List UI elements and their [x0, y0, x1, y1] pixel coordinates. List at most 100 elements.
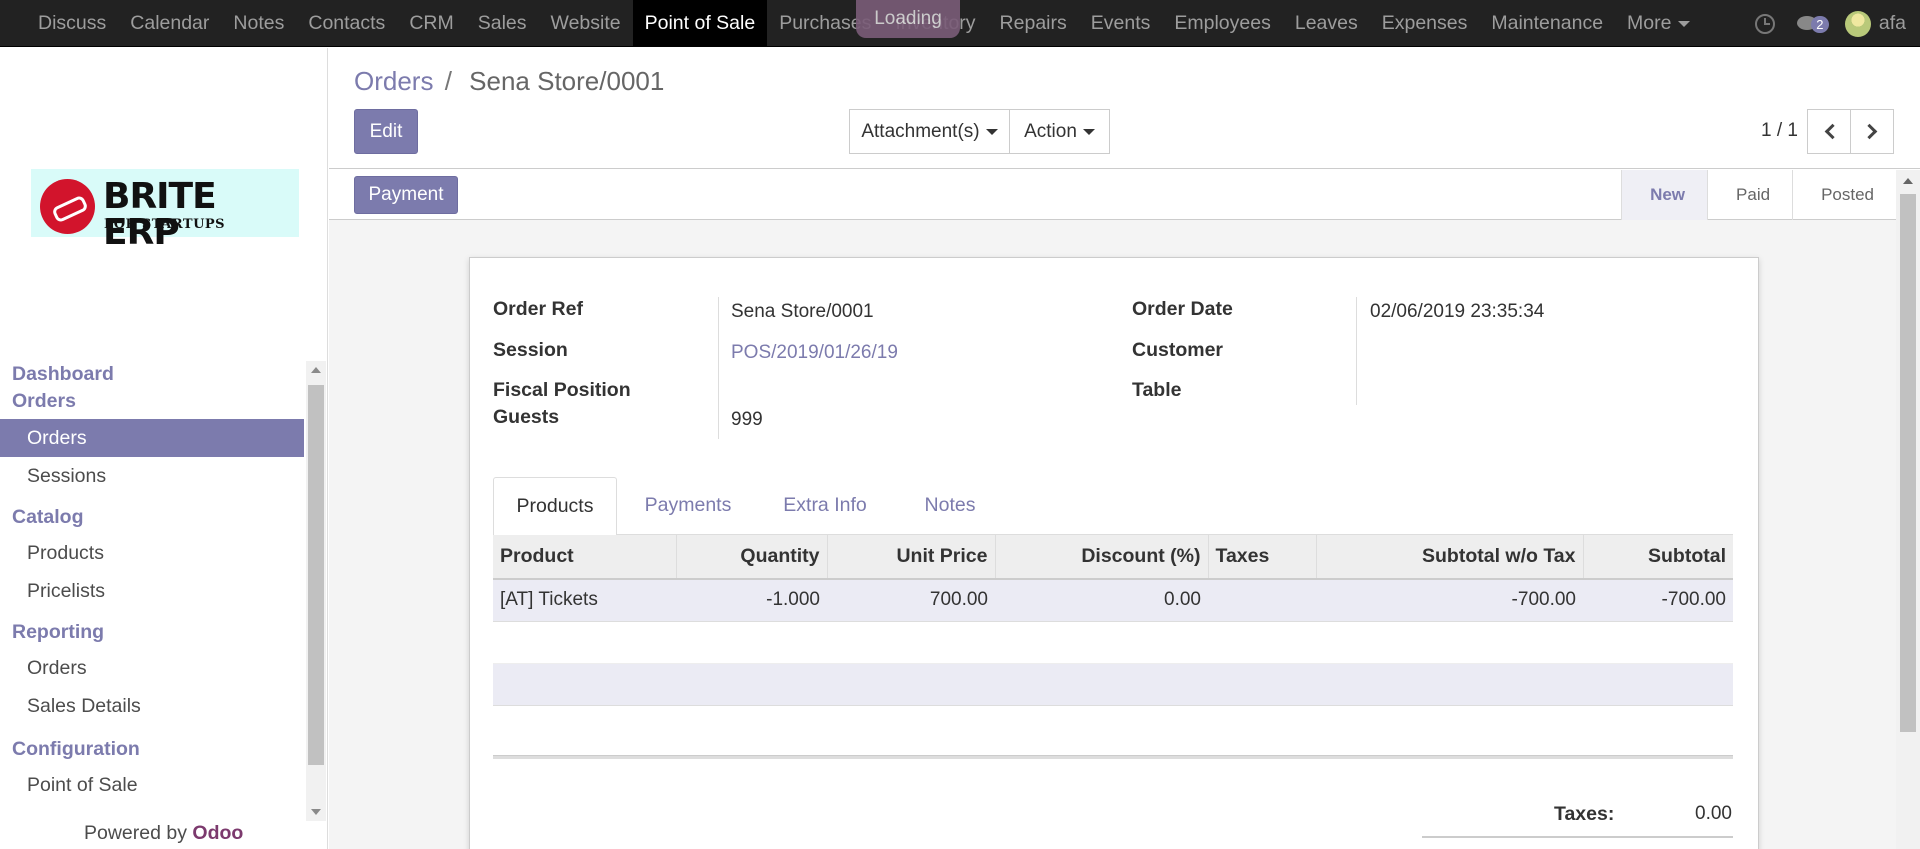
menu-repairs[interactable]: Repairs: [988, 0, 1079, 47]
tab-products[interactable]: Products: [493, 477, 617, 536]
menu-leaves[interactable]: Leaves: [1283, 0, 1370, 47]
col-discount[interactable]: Discount (%): [995, 535, 1209, 580]
table-footer-divider: [493, 755, 1733, 759]
pager-value[interactable]: 1 / 1: [1761, 120, 1798, 142]
action-label: Action: [1024, 121, 1077, 142]
menu-expenses[interactable]: Expenses: [1370, 0, 1480, 47]
tab-extra-info[interactable]: Extra Info: [759, 477, 891, 535]
sidebar-section-configuration[interactable]: Configuration: [0, 733, 304, 766]
col-product[interactable]: Product: [493, 535, 677, 580]
payment-button[interactable]: Payment: [354, 176, 458, 214]
systray: 2 afa: [1754, 0, 1920, 47]
sidebar-scrollbar[interactable]: [306, 361, 326, 821]
order-ref-label: Order Ref: [493, 298, 583, 320]
notebook-tabs: Products Payments Extra Info Notes: [493, 477, 1733, 536]
cell-subtotal-wo-tax[interactable]: -700.00: [1316, 579, 1583, 622]
sidebar-section-dashboard[interactable]: Dashboard: [0, 361, 304, 388]
customer-label: Customer: [1132, 339, 1224, 361]
cell-discount[interactable]: 0.00: [995, 579, 1208, 622]
scroll-up-icon[interactable]: [311, 367, 321, 373]
caret-down-icon: [1082, 128, 1095, 135]
col-quantity[interactable]: Quantity: [676, 535, 828, 580]
col-subtotal[interactable]: Subtotal: [1583, 535, 1733, 580]
form-scrollbar[interactable]: [1896, 170, 1920, 849]
order-lines-table: Product Quantity Unit Price Discount (%)…: [493, 535, 1733, 622]
attachments-button[interactable]: Attachment(s): [849, 109, 1010, 154]
action-button[interactable]: Action: [1009, 109, 1110, 154]
stage-posted[interactable]: Posted: [1792, 170, 1896, 220]
caret-down-icon: [1678, 20, 1691, 27]
table-row[interactable]: [AT] Tickets -1.000 700.00 0.00 -700.00 …: [493, 579, 1733, 622]
menu-discuss[interactable]: Discuss: [26, 0, 118, 47]
guests-value: 999: [731, 409, 763, 430]
menu-more-label: More: [1627, 12, 1672, 34]
taxes-total-label: Taxes:: [1554, 803, 1615, 825]
col-subtotal-wo-tax[interactable]: Subtotal w/o Tax: [1316, 535, 1584, 580]
scroll-thumb[interactable]: [308, 385, 324, 765]
tab-payments[interactable]: Payments: [617, 477, 759, 535]
sidebar-section-catalog[interactable]: Catalog: [0, 501, 304, 534]
breadcrumb: Orders / Sena Store/0001: [354, 66, 664, 97]
sidebar-item-sessions[interactable]: Sessions: [0, 457, 304, 495]
user-avatar[interactable]: [1844, 10, 1871, 37]
cell-unit-price[interactable]: 700.00: [827, 579, 995, 622]
sidebar-item-report-orders[interactable]: Orders: [0, 649, 304, 687]
scroll-up-icon[interactable]: [1903, 178, 1913, 184]
cell-subtotal[interactable]: -700.00: [1583, 579, 1733, 622]
cell-product[interactable]: [AT] Tickets: [493, 579, 676, 622]
menu-contacts[interactable]: Contacts: [296, 0, 397, 47]
menu-events[interactable]: Events: [1079, 0, 1163, 47]
stage-pipeline: New Paid Posted: [1621, 170, 1896, 220]
breadcrumb-orders-link[interactable]: Orders: [354, 66, 433, 96]
tab-notes[interactable]: Notes: [891, 477, 1009, 535]
sidebar-section-orders[interactable]: Orders: [0, 388, 304, 415]
fiscal-position-label: Fiscal Position: [493, 379, 631, 401]
cell-taxes[interactable]: [1208, 579, 1316, 622]
menu-employees[interactable]: Employees: [1162, 0, 1282, 47]
menu-point-of-sale[interactable]: Point of Sale: [632, 0, 768, 47]
odoo-link[interactable]: Odoo: [192, 822, 243, 844]
control-panel: Orders / Sena Store/0001 Edit Attachment…: [329, 48, 1920, 169]
logo-mark-icon: [40, 179, 95, 234]
sidebar-item-pricelists[interactable]: Pricelists: [0, 572, 304, 610]
menu-website[interactable]: Website: [539, 0, 633, 47]
col-taxes[interactable]: Taxes: [1208, 535, 1317, 580]
scroll-down-icon[interactable]: [311, 809, 321, 815]
order-date-label: Order Date: [1132, 298, 1233, 320]
sidebar-section-reporting[interactable]: Reporting: [0, 616, 304, 649]
stage-paid[interactable]: Paid: [1707, 170, 1792, 220]
sidebar-item-point-of-sale[interactable]: Point of Sale: [0, 766, 304, 804]
cell-quantity[interactable]: -1.000: [676, 579, 827, 622]
menu-sales[interactable]: Sales: [466, 0, 539, 47]
user-name[interactable]: afa: [1879, 12, 1906, 35]
menu-crm[interactable]: CRM: [397, 0, 465, 47]
form-view: Payment New Paid Posted Order Ref Sena S…: [329, 170, 1920, 849]
sidebar-item-sales-details[interactable]: Sales Details: [0, 687, 304, 725]
breadcrumb-current: Sena Store/0001: [469, 66, 665, 96]
breadcrumb-separator: /: [444, 66, 452, 96]
edit-button[interactable]: Edit: [354, 109, 418, 154]
col-unit-price[interactable]: Unit Price: [827, 535, 996, 580]
powered-by: Powered by Odoo: [84, 822, 243, 845]
session-link[interactable]: POS/2019/01/26/19: [731, 342, 898, 364]
menu-more[interactable]: More: [1615, 0, 1702, 47]
menu-maintenance[interactable]: Maintenance: [1479, 0, 1615, 47]
menu-notes[interactable]: Notes: [221, 0, 296, 47]
powered-by-prefix: Powered by: [84, 822, 187, 844]
empty-row: [493, 622, 1733, 664]
sidebar-item-orders[interactable]: Orders: [0, 419, 304, 457]
sidebar-item-products[interactable]: Products: [0, 534, 304, 572]
order-ref-value: Sena Store/0001: [731, 301, 874, 322]
scroll-thumb[interactable]: [1900, 194, 1916, 732]
session-label: Session: [493, 339, 568, 361]
menu-calendar[interactable]: Calendar: [118, 0, 221, 47]
chevron-right-icon: [1861, 123, 1878, 140]
pager-previous-button[interactable]: [1807, 109, 1851, 154]
guests-label: Guests: [493, 406, 560, 428]
clock-icon[interactable]: [1754, 13, 1775, 34]
caret-down-icon: [985, 128, 998, 135]
stage-new[interactable]: New: [1621, 170, 1708, 220]
pager-next-button[interactable]: [1850, 109, 1894, 154]
messages-icon[interactable]: 2: [1796, 13, 1831, 35]
company-logo: BRITE ERP FOR STARTUPS: [31, 169, 299, 251]
